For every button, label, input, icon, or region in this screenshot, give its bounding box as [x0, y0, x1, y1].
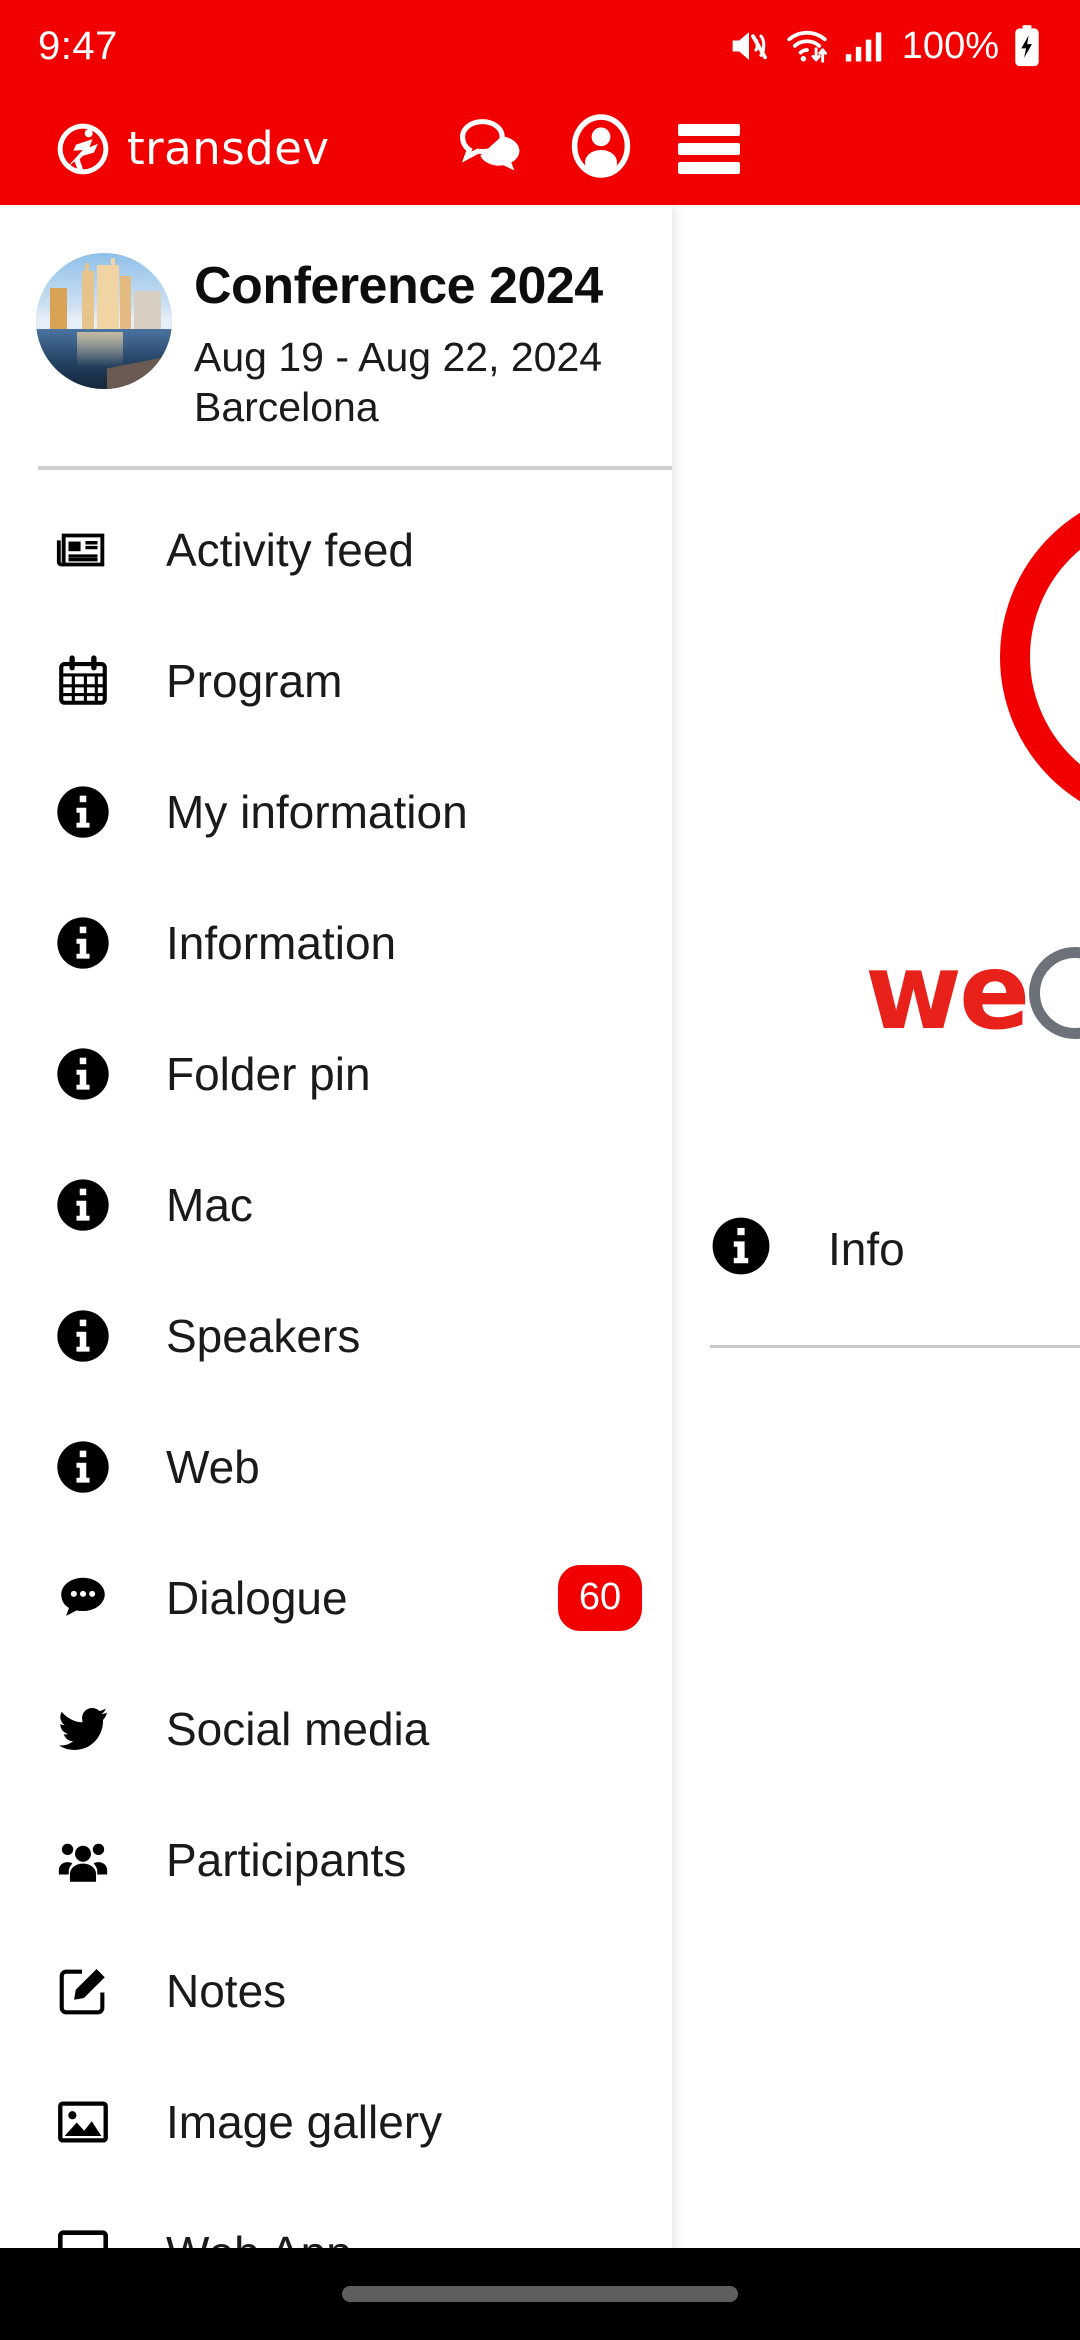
navigation-drawer: Conference 2024 Aug 19 - Aug 22, 2024 Ba… [0, 205, 672, 2340]
menu-item-label: Activity feed [166, 523, 414, 576]
menu-item-label: Information [166, 916, 397, 969]
menu-item-label: Image gallery [166, 2095, 443, 2148]
menu-icon[interactable] [677, 123, 740, 174]
wifi-icon [784, 26, 830, 66]
event-avatar[interactable] [36, 253, 172, 389]
image-icon [52, 2093, 114, 2151]
menu-item-label: Folder pin [166, 1047, 371, 1100]
drawer-menu: Activity feed Program My information Inf… [0, 470, 672, 2318]
info-circle-icon [52, 1046, 114, 1102]
menu-item-label: Notes [166, 1964, 287, 2017]
menu-item-label: Participants [166, 1833, 407, 1886]
menu-item-notes[interactable]: Notes [0, 1925, 672, 2056]
menu-item-label: Social media [166, 1702, 430, 1755]
brand-logo[interactable]: transdev [52, 118, 330, 180]
menu-item-web[interactable]: Web [0, 1401, 672, 1532]
event-dates: Aug 19 - Aug 22, 2024 [194, 334, 603, 381]
info-row[interactable]: Info [710, 1215, 905, 1282]
cellular-signal-icon [843, 26, 885, 66]
info-row-label: Info [828, 1222, 905, 1275]
app-bar-actions [458, 113, 740, 184]
info-circle-icon [52, 784, 114, 840]
status-clock: 9:47 [38, 23, 118, 68]
chat-bubble-icon [52, 1569, 114, 1627]
twitter-bird-icon [52, 1700, 114, 1758]
menu-item-my-information[interactable]: My information [0, 746, 672, 877]
account-icon[interactable] [570, 113, 632, 184]
note-edit-icon [52, 1962, 114, 2020]
menu-item-activity-feed[interactable]: Activity feed [0, 484, 672, 615]
people-group-icon [52, 1831, 114, 1889]
app-bar: transdev [0, 92, 1080, 205]
menu-item-information[interactable]: Information [0, 877, 672, 1008]
circle-outline-icon [1029, 946, 1080, 1039]
status-icons: 100% [727, 24, 1042, 68]
battery-charging-icon [1012, 24, 1042, 68]
event-title: Conference 2024 [194, 257, 603, 315]
info-circle-icon [52, 1308, 114, 1364]
event-city: Barcelona [194, 384, 379, 431]
newspaper-icon [52, 521, 114, 579]
menu-item-label: My information [166, 785, 468, 838]
menu-item-speakers[interactable]: Speakers [0, 1270, 672, 1401]
info-circle-icon [52, 915, 114, 971]
menu-item-mac[interactable]: Mac [0, 1139, 672, 1270]
menu-item-social-media[interactable]: Social media [0, 1663, 672, 1794]
menu-item-label: Program [166, 654, 343, 707]
we-logo: we [865, 940, 1080, 1045]
info-circle-icon [52, 1177, 114, 1233]
menu-item-participants[interactable]: Participants [0, 1794, 672, 1925]
info-circle-icon [52, 1439, 114, 1495]
status-badge: 60 [558, 1564, 642, 1631]
menu-item-program[interactable]: Program [0, 615, 672, 746]
battery-percent: 100% [901, 24, 999, 67]
menu-item-label: Web [166, 1440, 260, 1493]
menu-item-label: Dialogue [166, 1571, 348, 1624]
menu-item-label: Speakers [166, 1309, 361, 1362]
large-red-ring-decoration [1000, 487, 1080, 827]
menu-item-folder-pin[interactable]: Folder pin [0, 1008, 672, 1139]
chat-icon[interactable] [458, 115, 524, 182]
transdev-logo-icon [52, 118, 114, 180]
calendar-icon [52, 652, 114, 710]
info-circle-icon [710, 1215, 772, 1282]
drawer-header: Conference 2024 Aug 19 - Aug 22, 2024 Ba… [0, 205, 672, 432]
info-row-divider [710, 1345, 1080, 1348]
mute-vibrate-icon [727, 26, 771, 66]
home-gesture-pill[interactable] [342, 2286, 738, 2302]
brand-name: transdev [127, 122, 330, 175]
menu-item-label: Mac [166, 1178, 253, 1231]
system-nav-bar [0, 2248, 1080, 2340]
menu-item-dialogue[interactable]: Dialogue 60 [0, 1532, 672, 1663]
menu-item-image-gallery[interactable]: Image gallery [0, 2056, 672, 2187]
status-bar: 9:47 100% [0, 0, 1080, 92]
we-logo-text: we [865, 931, 1030, 1053]
